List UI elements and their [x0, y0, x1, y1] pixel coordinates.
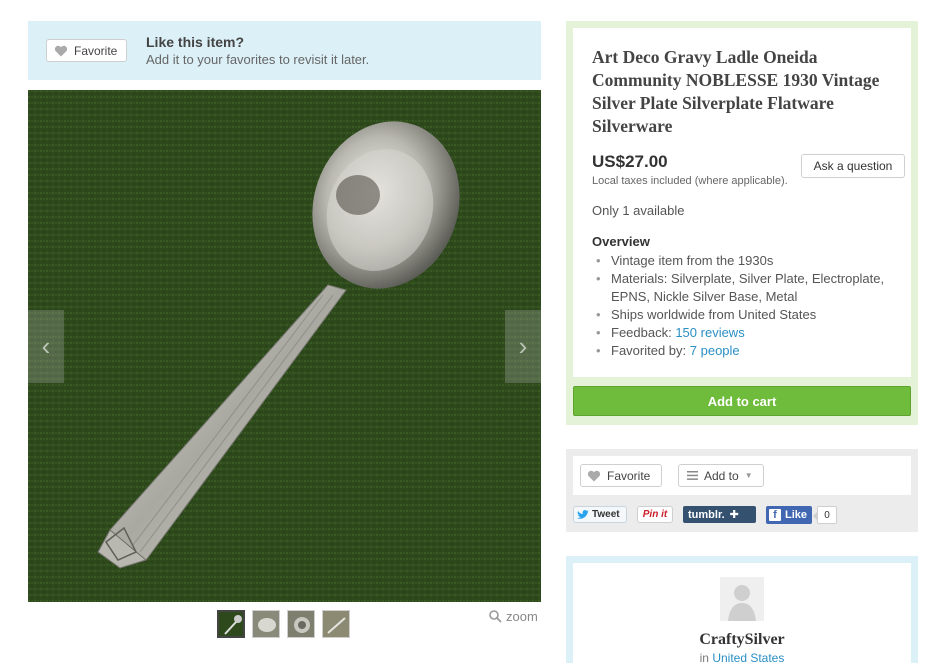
- favorited-people-link[interactable]: 7 people: [690, 343, 740, 358]
- like-label: Like: [785, 509, 808, 521]
- product-main-image[interactable]: ‹ ›: [28, 90, 541, 602]
- listing-panel: Art Deco Gravy Ladle Oneida Community NO…: [566, 21, 918, 425]
- facebook-icon: f: [769, 509, 781, 521]
- zoom-label: zoom: [506, 609, 538, 624]
- add-to-cart-button[interactable]: Add to cart: [573, 386, 911, 416]
- tumblr-button[interactable]: tumblr. ✚: [683, 506, 756, 523]
- favorite-button[interactable]: Favorite: [46, 39, 127, 62]
- shop-location-prefix: in: [699, 651, 713, 663]
- heart-icon: [54, 45, 68, 56]
- social-favorite-button[interactable]: Favorite: [580, 464, 662, 487]
- tweet-label: Tweet: [592, 509, 620, 520]
- favorite-banner-subtext: Add it to your favorites to revisit it l…: [146, 52, 370, 67]
- tweet-button[interactable]: Tweet: [573, 506, 627, 523]
- plus-icon: ✚: [729, 509, 739, 521]
- availability-text: Only 1 available: [592, 203, 685, 218]
- taxes-note: Local taxes included (where applicable).: [592, 175, 788, 187]
- listing-details: Art Deco Gravy Ladle Oneida Community NO…: [573, 28, 911, 377]
- overview-item-favorited: Favorited by: 7 people: [592, 342, 910, 360]
- chevron-right-icon: ›: [518, 331, 528, 361]
- add-to-list-button[interactable]: Add to ▼: [678, 464, 764, 487]
- social-actions: Favorite Add to ▼: [573, 456, 911, 495]
- overview-list: Vintage item from the 1930s Materials: S…: [592, 252, 910, 360]
- caret-down-icon: ▼: [744, 471, 753, 480]
- pinit-button[interactable]: Pin it: [637, 506, 673, 523]
- thumbnail-strip: [217, 610, 350, 638]
- like-count: 0: [813, 506, 837, 524]
- ask-question-button[interactable]: Ask a question: [801, 154, 905, 178]
- add-to-label: Add to: [704, 468, 739, 483]
- shop-details: CraftySilver in United States: [573, 563, 911, 663]
- shop-location: in United States: [573, 651, 911, 663]
- list-icon: [687, 471, 698, 480]
- thumbnail-2[interactable]: [252, 610, 280, 638]
- social-favorite-label: Favorite: [607, 468, 651, 483]
- favorite-banner-heading: Like this item?: [146, 34, 245, 50]
- twitter-bird-icon: [577, 509, 589, 519]
- favorited-label: Favorited by:: [611, 343, 690, 358]
- shop-avatar[interactable]: [720, 577, 764, 621]
- magnifier-icon: [489, 610, 502, 623]
- facebook-like-button[interactable]: f Like: [766, 506, 812, 524]
- shop-name[interactable]: CraftySilver: [573, 631, 911, 649]
- reviews-link[interactable]: 150 reviews: [675, 325, 744, 340]
- listing-title: Art Deco Gravy Ladle Oneida Community NO…: [592, 47, 880, 136]
- thumbnail-4[interactable]: [322, 610, 350, 638]
- social-panel: Favorite Add to ▼ Tweet Pin it tumblr. ✚…: [566, 449, 918, 532]
- shop-location-link[interactable]: United States: [712, 651, 784, 663]
- chevron-left-icon: ‹: [41, 331, 51, 361]
- feedback-label: Feedback:: [611, 325, 676, 340]
- shop-panel: CraftySilver in United States: [566, 556, 918, 663]
- gallery-prev-button[interactable]: ‹: [28, 310, 64, 383]
- gallery-next-button[interactable]: ›: [505, 310, 541, 383]
- thumbnail-1[interactable]: [217, 610, 245, 638]
- overview-item-feedback: Feedback: 150 reviews: [592, 324, 910, 342]
- overview-item: Ships worldwide from United States: [592, 306, 910, 324]
- tumblr-label: tumblr.: [688, 508, 725, 521]
- favorite-banner: Favorite Like this item? Add it to your …: [28, 21, 541, 80]
- overview-heading: Overview: [592, 234, 650, 249]
- favorite-button-label: Favorite: [74, 43, 118, 58]
- thumbnail-3[interactable]: [287, 610, 315, 638]
- overview-item: Materials: Silverplate, Silver Plate, El…: [592, 270, 910, 306]
- heart-icon: [587, 470, 601, 481]
- listing-price: US$27.00: [592, 152, 668, 171]
- overview-item: Vintage item from the 1930s: [592, 252, 910, 270]
- zoom-button[interactable]: zoom: [489, 609, 538, 624]
